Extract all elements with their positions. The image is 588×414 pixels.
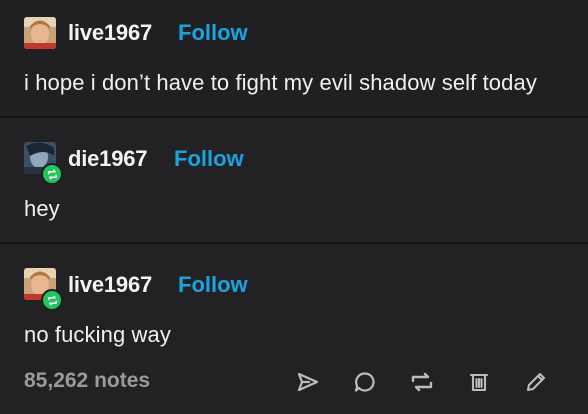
username[interactable]: live1967 [68, 20, 152, 46]
delete-button[interactable] [465, 368, 493, 396]
portrait-avatar-icon [24, 17, 56, 49]
delete-icon [469, 373, 489, 392]
reply-icon [354, 372, 375, 392]
reblog-badge-icon [41, 163, 63, 185]
reblog-badge-icon [41, 289, 63, 311]
reblog-icon [411, 372, 433, 392]
follow-button[interactable]: Follow [178, 272, 248, 298]
username[interactable]: live1967 [68, 272, 152, 298]
send-button[interactable] [294, 368, 322, 396]
post-live1967-original [0, 0, 588, 117]
avatar[interactable] [24, 17, 56, 49]
follow-button[interactable]: Follow [174, 146, 244, 172]
username[interactable]: die1967 [68, 146, 148, 172]
send-icon [297, 372, 319, 392]
edit-icon [526, 372, 546, 392]
reblog-icon [47, 169, 57, 179]
edit-button[interactable] [522, 368, 550, 396]
reply-button[interactable] [351, 368, 379, 396]
post-text: no fucking way [24, 322, 171, 347]
reblog-button[interactable] [408, 368, 436, 396]
post-die1967-reblog [0, 118, 588, 243]
reblog-icon [47, 295, 57, 305]
post-text: hey [24, 196, 60, 221]
notes-count[interactable]: 85,262 notes [24, 369, 150, 393]
post-text: i hope i don’t have to fight my evil sha… [24, 70, 537, 95]
follow-button[interactable]: Follow [178, 20, 248, 46]
